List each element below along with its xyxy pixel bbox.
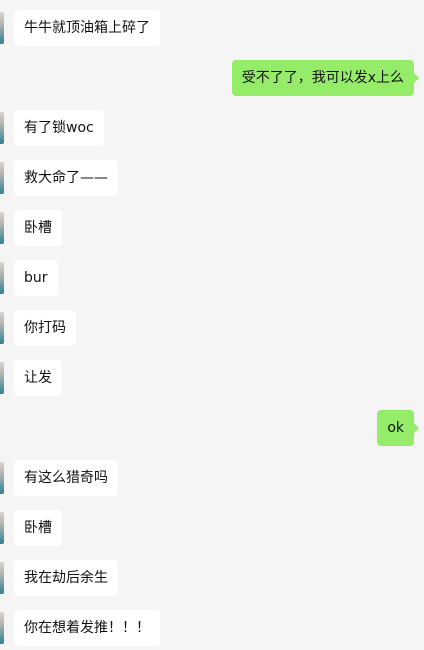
message-bubble-outgoing[interactable]: 受不了了，我可以发x上么 bbox=[231, 60, 420, 96]
message-row-incoming: 你在想着发推！！！ bbox=[0, 608, 424, 648]
message-bubble-incoming[interactable]: 有这么猎奇吗 bbox=[14, 460, 118, 496]
contact-avatar[interactable] bbox=[0, 312, 4, 344]
contact-avatar[interactable] bbox=[0, 512, 4, 544]
message-row-incoming: 有了锁woc bbox=[0, 108, 424, 148]
contact-avatar[interactable] bbox=[0, 112, 4, 144]
contact-avatar[interactable] bbox=[0, 362, 4, 394]
message-row-incoming: 救大命了—— bbox=[0, 158, 424, 198]
contact-avatar[interactable] bbox=[0, 12, 4, 44]
chat-message-list: 牛牛就顶油箱上碎了 受不了了，我可以发x上么 有了锁woc 救大命了—— 卧槽 … bbox=[0, 0, 424, 650]
message-row-incoming: 牛牛就顶油箱上碎了 bbox=[0, 8, 424, 48]
message-row-incoming: 让发 bbox=[0, 358, 424, 398]
message-row-incoming: bur bbox=[0, 258, 424, 298]
message-row-incoming: 有这么猎奇吗 bbox=[0, 458, 424, 498]
contact-avatar[interactable] bbox=[0, 562, 4, 594]
message-bubble-incoming[interactable]: bur bbox=[14, 260, 58, 296]
contact-avatar[interactable] bbox=[0, 612, 4, 644]
message-row-outgoing: 受不了了，我可以发x上么 bbox=[0, 58, 424, 98]
message-row-incoming: 卧槽 bbox=[0, 508, 424, 548]
message-bubble-outgoing[interactable]: ok bbox=[377, 410, 419, 446]
message-bubble-incoming[interactable]: 卧槽 bbox=[14, 510, 62, 546]
message-row-incoming: 我在劫后余生 bbox=[0, 558, 424, 598]
contact-avatar[interactable] bbox=[0, 462, 4, 494]
message-bubble-incoming[interactable]: 卧槽 bbox=[14, 210, 62, 246]
contact-avatar[interactable] bbox=[0, 162, 4, 194]
message-bubble-incoming[interactable]: 牛牛就顶油箱上碎了 bbox=[14, 10, 160, 46]
contact-avatar[interactable] bbox=[0, 262, 4, 294]
message-row-outgoing: ok bbox=[0, 408, 424, 448]
message-bubble-incoming[interactable]: 我在劫后余生 bbox=[14, 560, 118, 596]
message-bubble-incoming[interactable]: 你在想着发推！！！ bbox=[14, 610, 160, 646]
message-row-incoming: 卧槽 bbox=[0, 208, 424, 248]
message-bubble-incoming[interactable]: 救大命了—— bbox=[14, 160, 118, 196]
message-row-incoming: 你打码 bbox=[0, 308, 424, 348]
message-bubble-incoming[interactable]: 让发 bbox=[14, 360, 62, 396]
message-bubble-incoming[interactable]: 你打码 bbox=[14, 310, 76, 346]
contact-avatar[interactable] bbox=[0, 212, 4, 244]
message-bubble-incoming[interactable]: 有了锁woc bbox=[14, 110, 104, 146]
